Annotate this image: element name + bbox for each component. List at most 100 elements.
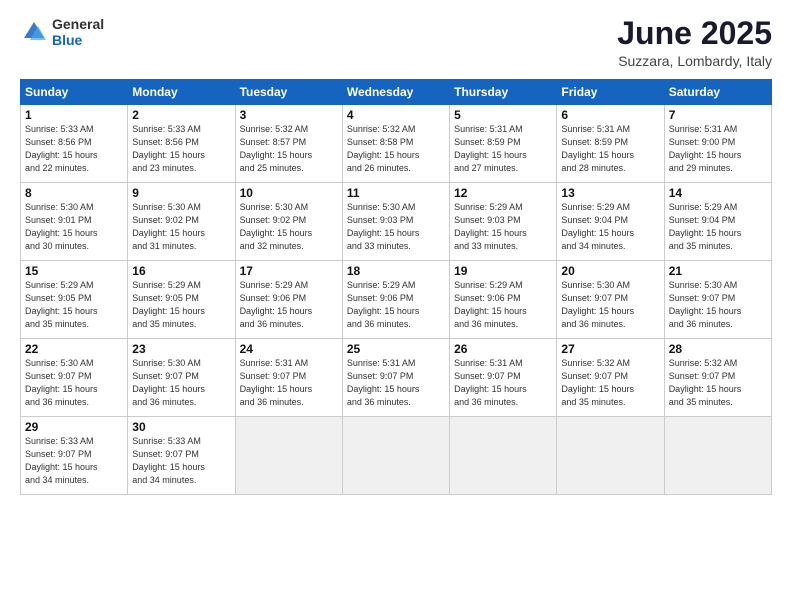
calendar-header: Sunday Monday Tuesday Wednesday Thursday… bbox=[21, 80, 772, 105]
day-info: Sunrise: 5:29 AM Sunset: 9:05 PM Dayligh… bbox=[132, 279, 230, 331]
day-cell: 11Sunrise: 5:30 AM Sunset: 9:03 PM Dayli… bbox=[342, 183, 449, 261]
day-info: Sunrise: 5:31 AM Sunset: 8:59 PM Dayligh… bbox=[454, 123, 552, 175]
day-cell: 3Sunrise: 5:32 AM Sunset: 8:57 PM Daylig… bbox=[235, 105, 342, 183]
day-number: 22 bbox=[25, 342, 123, 356]
day-info: Sunrise: 5:29 AM Sunset: 9:06 PM Dayligh… bbox=[347, 279, 445, 331]
day-number: 20 bbox=[561, 264, 659, 278]
day-number: 26 bbox=[454, 342, 552, 356]
day-info: Sunrise: 5:32 AM Sunset: 9:07 PM Dayligh… bbox=[561, 357, 659, 409]
day-number: 12 bbox=[454, 186, 552, 200]
col-sunday: Sunday bbox=[21, 80, 128, 105]
day-cell: 21Sunrise: 5:30 AM Sunset: 9:07 PM Dayli… bbox=[664, 261, 771, 339]
week-row-4: 22Sunrise: 5:30 AM Sunset: 9:07 PM Dayli… bbox=[21, 339, 772, 417]
col-saturday: Saturday bbox=[664, 80, 771, 105]
day-number: 2 bbox=[132, 108, 230, 122]
day-cell: 25Sunrise: 5:31 AM Sunset: 9:07 PM Dayli… bbox=[342, 339, 449, 417]
day-cell: 9Sunrise: 5:30 AM Sunset: 9:02 PM Daylig… bbox=[128, 183, 235, 261]
day-cell: 8Sunrise: 5:30 AM Sunset: 9:01 PM Daylig… bbox=[21, 183, 128, 261]
day-info: Sunrise: 5:30 AM Sunset: 9:07 PM Dayligh… bbox=[25, 357, 123, 409]
day-cell: 1Sunrise: 5:33 AM Sunset: 8:56 PM Daylig… bbox=[21, 105, 128, 183]
col-monday: Monday bbox=[128, 80, 235, 105]
day-number: 1 bbox=[25, 108, 123, 122]
day-info: Sunrise: 5:31 AM Sunset: 9:07 PM Dayligh… bbox=[454, 357, 552, 409]
day-info: Sunrise: 5:33 AM Sunset: 8:56 PM Dayligh… bbox=[25, 123, 123, 175]
calendar-subtitle: Suzzara, Lombardy, Italy bbox=[617, 53, 772, 69]
day-number: 18 bbox=[347, 264, 445, 278]
day-info: Sunrise: 5:30 AM Sunset: 9:07 PM Dayligh… bbox=[132, 357, 230, 409]
day-cell: 4Sunrise: 5:32 AM Sunset: 8:58 PM Daylig… bbox=[342, 105, 449, 183]
day-info: Sunrise: 5:30 AM Sunset: 9:02 PM Dayligh… bbox=[132, 201, 230, 253]
day-cell: 15Sunrise: 5:29 AM Sunset: 9:05 PM Dayli… bbox=[21, 261, 128, 339]
day-cell: 12Sunrise: 5:29 AM Sunset: 9:03 PM Dayli… bbox=[450, 183, 557, 261]
day-cell: 14Sunrise: 5:29 AM Sunset: 9:04 PM Dayli… bbox=[664, 183, 771, 261]
day-number: 28 bbox=[669, 342, 767, 356]
day-number: 30 bbox=[132, 420, 230, 434]
day-number: 29 bbox=[25, 420, 123, 434]
day-number: 9 bbox=[132, 186, 230, 200]
calendar-page: General Blue June 2025 Suzzara, Lombardy… bbox=[0, 0, 792, 612]
day-info: Sunrise: 5:32 AM Sunset: 9:07 PM Dayligh… bbox=[669, 357, 767, 409]
day-info: Sunrise: 5:29 AM Sunset: 9:06 PM Dayligh… bbox=[240, 279, 338, 331]
day-info: Sunrise: 5:29 AM Sunset: 9:06 PM Dayligh… bbox=[454, 279, 552, 331]
calendar-title: June 2025 bbox=[617, 16, 772, 51]
day-number: 19 bbox=[454, 264, 552, 278]
day-cell bbox=[557, 417, 664, 495]
day-number: 16 bbox=[132, 264, 230, 278]
day-number: 4 bbox=[347, 108, 445, 122]
day-cell: 13Sunrise: 5:29 AM Sunset: 9:04 PM Dayli… bbox=[557, 183, 664, 261]
day-number: 3 bbox=[240, 108, 338, 122]
day-info: Sunrise: 5:30 AM Sunset: 9:07 PM Dayligh… bbox=[669, 279, 767, 331]
day-info: Sunrise: 5:31 AM Sunset: 9:07 PM Dayligh… bbox=[347, 357, 445, 409]
day-cell: 27Sunrise: 5:32 AM Sunset: 9:07 PM Dayli… bbox=[557, 339, 664, 417]
day-cell: 19Sunrise: 5:29 AM Sunset: 9:06 PM Dayli… bbox=[450, 261, 557, 339]
logo-icon bbox=[20, 18, 48, 46]
day-info: Sunrise: 5:29 AM Sunset: 9:04 PM Dayligh… bbox=[669, 201, 767, 253]
day-cell: 28Sunrise: 5:32 AM Sunset: 9:07 PM Dayli… bbox=[664, 339, 771, 417]
col-thursday: Thursday bbox=[450, 80, 557, 105]
day-number: 27 bbox=[561, 342, 659, 356]
day-number: 8 bbox=[25, 186, 123, 200]
day-info: Sunrise: 5:29 AM Sunset: 9:05 PM Dayligh… bbox=[25, 279, 123, 331]
day-cell: 26Sunrise: 5:31 AM Sunset: 9:07 PM Dayli… bbox=[450, 339, 557, 417]
day-cell: 24Sunrise: 5:31 AM Sunset: 9:07 PM Dayli… bbox=[235, 339, 342, 417]
day-cell: 23Sunrise: 5:30 AM Sunset: 9:07 PM Dayli… bbox=[128, 339, 235, 417]
day-info: Sunrise: 5:31 AM Sunset: 9:00 PM Dayligh… bbox=[669, 123, 767, 175]
day-cell: 22Sunrise: 5:30 AM Sunset: 9:07 PM Dayli… bbox=[21, 339, 128, 417]
title-block: June 2025 Suzzara, Lombardy, Italy bbox=[617, 16, 772, 69]
day-cell: 18Sunrise: 5:29 AM Sunset: 9:06 PM Dayli… bbox=[342, 261, 449, 339]
day-cell bbox=[235, 417, 342, 495]
day-info: Sunrise: 5:29 AM Sunset: 9:03 PM Dayligh… bbox=[454, 201, 552, 253]
day-info: Sunrise: 5:33 AM Sunset: 8:56 PM Dayligh… bbox=[132, 123, 230, 175]
day-number: 10 bbox=[240, 186, 338, 200]
day-cell bbox=[450, 417, 557, 495]
day-number: 23 bbox=[132, 342, 230, 356]
week-row-3: 15Sunrise: 5:29 AM Sunset: 9:05 PM Dayli… bbox=[21, 261, 772, 339]
logo: General Blue bbox=[20, 16, 104, 48]
day-info: Sunrise: 5:30 AM Sunset: 9:07 PM Dayligh… bbox=[561, 279, 659, 331]
day-number: 13 bbox=[561, 186, 659, 200]
day-number: 24 bbox=[240, 342, 338, 356]
day-cell bbox=[664, 417, 771, 495]
week-row-1: 1Sunrise: 5:33 AM Sunset: 8:56 PM Daylig… bbox=[21, 105, 772, 183]
day-info: Sunrise: 5:32 AM Sunset: 8:58 PM Dayligh… bbox=[347, 123, 445, 175]
day-number: 17 bbox=[240, 264, 338, 278]
day-info: Sunrise: 5:32 AM Sunset: 8:57 PM Dayligh… bbox=[240, 123, 338, 175]
week-row-5: 29Sunrise: 5:33 AM Sunset: 9:07 PM Dayli… bbox=[21, 417, 772, 495]
day-number: 15 bbox=[25, 264, 123, 278]
col-friday: Friday bbox=[557, 80, 664, 105]
calendar-table: Sunday Monday Tuesday Wednesday Thursday… bbox=[20, 79, 772, 495]
calendar-body: 1Sunrise: 5:33 AM Sunset: 8:56 PM Daylig… bbox=[21, 105, 772, 495]
day-info: Sunrise: 5:30 AM Sunset: 9:02 PM Dayligh… bbox=[240, 201, 338, 253]
col-tuesday: Tuesday bbox=[235, 80, 342, 105]
day-cell: 7Sunrise: 5:31 AM Sunset: 9:00 PM Daylig… bbox=[664, 105, 771, 183]
day-cell: 17Sunrise: 5:29 AM Sunset: 9:06 PM Dayli… bbox=[235, 261, 342, 339]
day-info: Sunrise: 5:31 AM Sunset: 8:59 PM Dayligh… bbox=[561, 123, 659, 175]
day-cell: 5Sunrise: 5:31 AM Sunset: 8:59 PM Daylig… bbox=[450, 105, 557, 183]
logo-blue: Blue bbox=[52, 32, 104, 48]
day-number: 14 bbox=[669, 186, 767, 200]
day-number: 11 bbox=[347, 186, 445, 200]
day-number: 6 bbox=[561, 108, 659, 122]
week-row-2: 8Sunrise: 5:30 AM Sunset: 9:01 PM Daylig… bbox=[21, 183, 772, 261]
day-number: 25 bbox=[347, 342, 445, 356]
col-wednesday: Wednesday bbox=[342, 80, 449, 105]
